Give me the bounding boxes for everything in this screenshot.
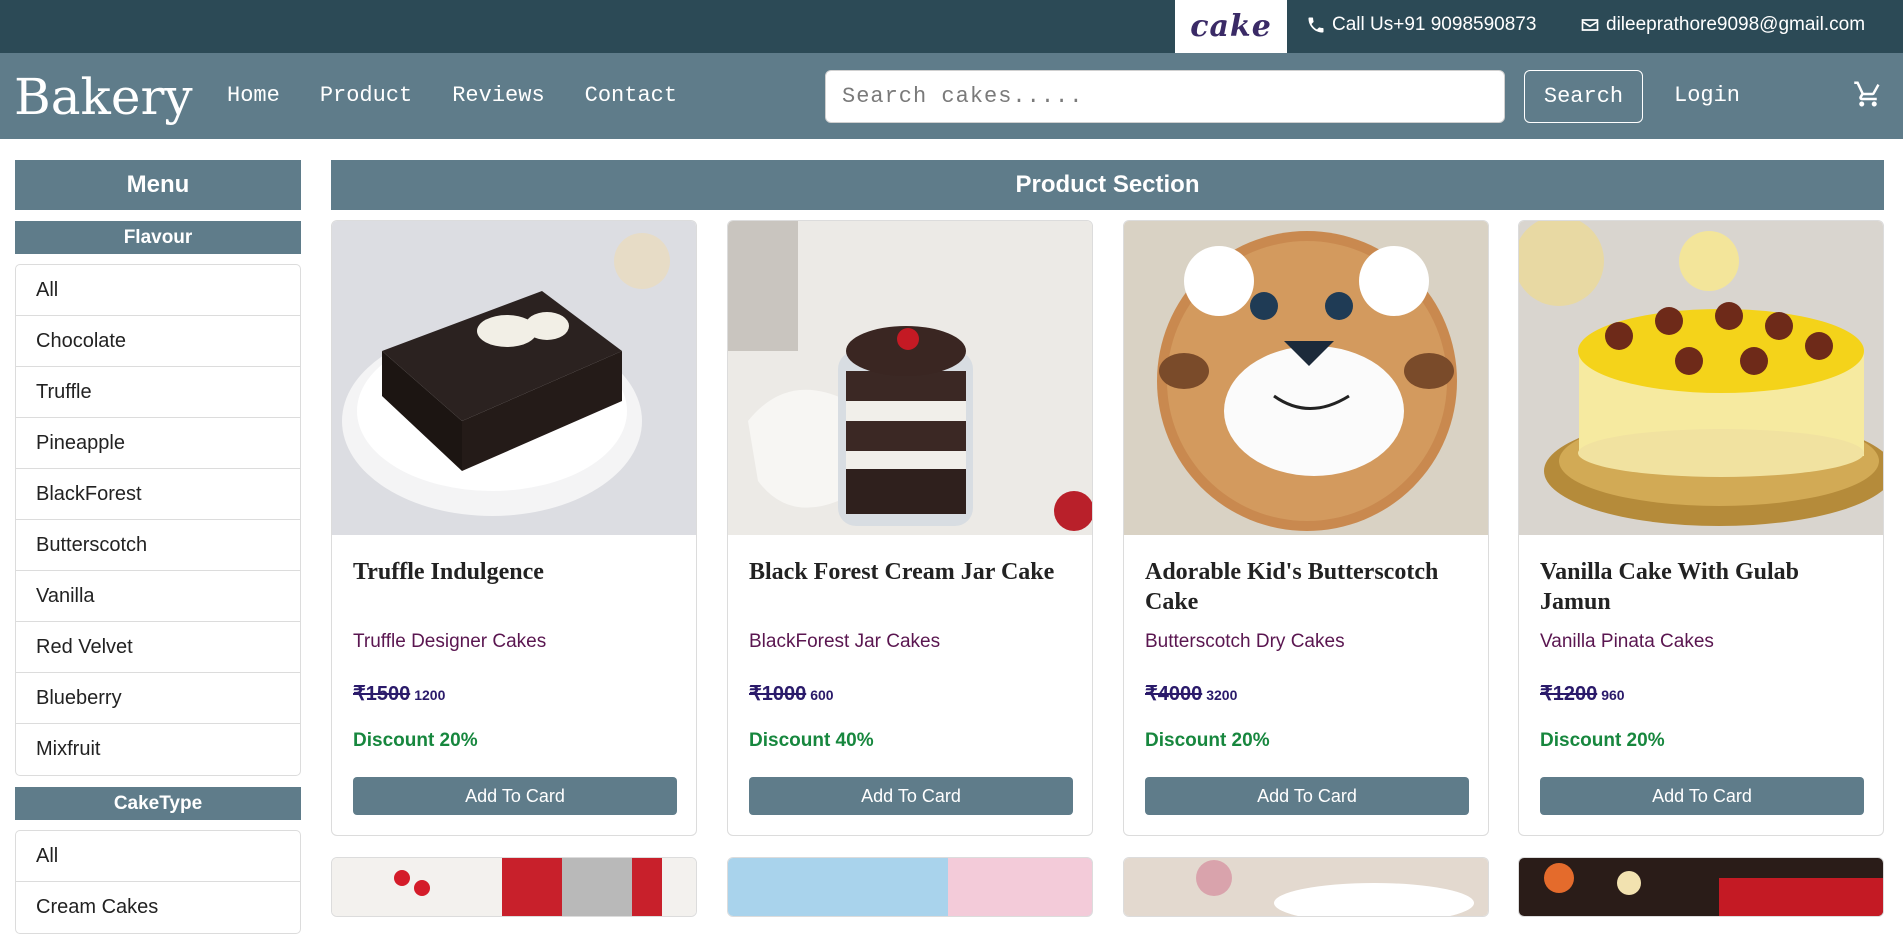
caketype-heading: CakeType	[15, 787, 301, 820]
add-to-card-button[interactable]: Add To Card	[353, 777, 677, 815]
product-image-row2-1[interactable]	[331, 857, 697, 917]
nav-links: Home Product Reviews Contact	[227, 83, 677, 108]
cart-icon[interactable]	[1853, 79, 1883, 109]
caketype-item-all[interactable]: All	[16, 831, 300, 882]
search-button[interactable]: Search	[1524, 70, 1643, 123]
email-contact[interactable]: dileeprathore9098@gmail.com	[1580, 14, 1865, 36]
product-discount: Discount 20%	[353, 730, 478, 751]
flavour-item-blueberry[interactable]: Blueberry	[16, 673, 300, 724]
product-category: BlackForest Jar Cakes	[749, 631, 941, 652]
logo-text: cake	[1190, 9, 1272, 44]
mail-icon	[1581, 19, 1599, 31]
flavour-list: All Chocolate Truffle Pineapple BlackFor…	[15, 264, 301, 776]
product-image-butterscotch[interactable]	[1124, 221, 1488, 535]
product-image-truffle[interactable]	[332, 221, 696, 535]
product-price: ₹1200 960	[1540, 681, 1625, 706]
flavour-item-all[interactable]: All	[16, 265, 300, 316]
flavour-item-pineapple[interactable]: Pineapple	[16, 418, 300, 469]
product-card: Adorable Kid's Butterscotch Cake Butters…	[1123, 220, 1489, 836]
old-price: ₹1000	[749, 683, 807, 705]
search-input[interactable]	[825, 70, 1505, 123]
old-price: ₹1200	[1540, 683, 1598, 705]
flavour-item-butterscotch[interactable]: Butterscotch	[16, 520, 300, 571]
caketype-item-cream-cakes[interactable]: Cream Cakes	[16, 882, 300, 933]
flavour-item-truffle[interactable]: Truffle	[16, 367, 300, 418]
add-to-card-button[interactable]: Add To Card	[1145, 777, 1469, 815]
product-card: Black Forest Cream Jar Cake BlackForest …	[727, 220, 1093, 836]
add-to-card-button[interactable]: Add To Card	[749, 777, 1073, 815]
product-image-vanilla[interactable]	[1519, 221, 1883, 535]
new-price: 600	[810, 687, 834, 703]
product-card: Vanilla Cake With Gulab Jamun Vanilla Pi…	[1518, 220, 1884, 836]
product-title[interactable]: Adorable Kid's Butterscotch Cake	[1145, 557, 1475, 617]
product-card: Truffle Indulgence Truffle Designer Cake…	[331, 220, 697, 836]
phone-contact[interactable]: Call Us+91 9098590873	[1306, 14, 1536, 36]
nav-reviews[interactable]: Reviews	[452, 83, 544, 108]
product-price: ₹1500 1200	[353, 681, 445, 706]
brand-name[interactable]: Bakery	[14, 69, 193, 125]
product-price: ₹1000 600	[749, 681, 834, 706]
old-price: ₹4000	[1145, 683, 1203, 705]
product-image-row2-4[interactable]	[1518, 857, 1884, 917]
product-image-blackforest[interactable]	[728, 221, 1092, 535]
top-contact-bar: cake Call Us+91 9098590873 dileeprathore…	[0, 0, 1903, 53]
nav-home[interactable]: Home	[227, 83, 280, 108]
phone-icon	[1308, 17, 1324, 33]
product-title[interactable]: Black Forest Cream Jar Cake	[749, 557, 1079, 587]
flavour-item-vanilla[interactable]: Vanilla	[16, 571, 300, 622]
new-price: 960	[1601, 687, 1625, 703]
product-title[interactable]: Truffle Indulgence	[353, 557, 683, 587]
product-image-row2-3[interactable]	[1123, 857, 1489, 917]
product-image-row2-2[interactable]	[727, 857, 1093, 917]
flavour-item-chocolate[interactable]: Chocolate	[16, 316, 300, 367]
nav-contact[interactable]: Contact	[585, 83, 677, 108]
phone-text: Call Us+91 9098590873	[1332, 14, 1537, 35]
flavour-item-blackforest[interactable]: BlackForest	[16, 469, 300, 520]
login-link[interactable]: Login	[1674, 83, 1740, 108]
add-to-card-button[interactable]: Add To Card	[1540, 777, 1864, 815]
product-title[interactable]: Vanilla Cake With Gulab Jamun	[1540, 557, 1870, 617]
old-price: ₹1500	[353, 683, 411, 705]
product-category: Truffle Designer Cakes	[353, 631, 547, 652]
product-category: Vanilla Pinata Cakes	[1540, 631, 1714, 652]
flavour-heading: Flavour	[15, 221, 301, 254]
main-navbar: Bakery Home Product Reviews Contact Sear…	[0, 53, 1903, 139]
caketype-list: All Cream Cakes	[15, 830, 301, 934]
email-text: dileeprathore9098@gmail.com	[1606, 14, 1866, 35]
product-price: ₹4000 3200	[1145, 681, 1237, 706]
flavour-item-mixfruit[interactable]: Mixfruit	[16, 724, 300, 775]
product-discount: Discount 20%	[1540, 730, 1665, 751]
cake-logo[interactable]: cake	[1175, 0, 1287, 53]
product-category: Butterscotch Dry Cakes	[1145, 631, 1345, 652]
new-price: 1200	[414, 687, 446, 703]
nav-product[interactable]: Product	[320, 83, 412, 108]
filter-sidebar: Menu Flavour All Chocolate Truffle Pinea…	[15, 160, 301, 934]
menu-heading: Menu	[15, 160, 301, 210]
product-discount: Discount 20%	[1145, 730, 1270, 751]
flavour-item-red-velvet[interactable]: Red Velvet	[16, 622, 300, 673]
product-section-heading: Product Section	[331, 160, 1884, 210]
new-price: 3200	[1206, 687, 1238, 703]
product-discount: Discount 40%	[749, 730, 874, 751]
